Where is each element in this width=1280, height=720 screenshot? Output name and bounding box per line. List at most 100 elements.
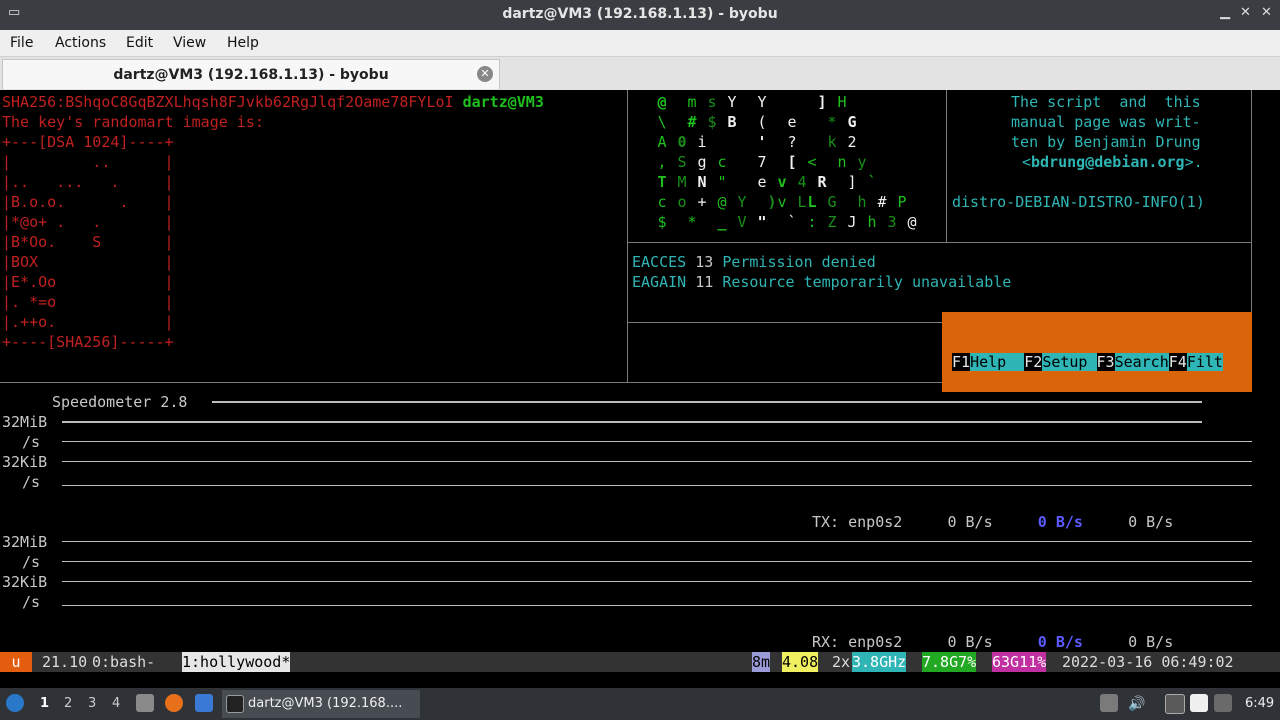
matrix-glyph: *: [827, 113, 837, 131]
cpu-count: 2x: [832, 653, 851, 671]
clipboard-icon[interactable]: [1190, 694, 1208, 712]
matrix-glyph: Y: [727, 93, 737, 111]
matrix-glyph: ]: [817, 93, 827, 111]
matrix-glyph: \: [657, 113, 667, 131]
matrix-glyph: H: [837, 93, 847, 111]
tx-readout: TX: enp0s2 0 B/s 0 B/s 0 B/s: [812, 513, 1174, 531]
speedometer-title: Speedometer 2.8: [52, 393, 188, 411]
close-icon[interactable]: ✕: [1261, 5, 1272, 20]
manpage-line-2: manual page was writ-: [1002, 113, 1201, 131]
menu-edit[interactable]: Edit: [126, 35, 153, 51]
window-0[interactable]: 0:bash-: [92, 652, 155, 672]
ssh-user-host: dartz@VM3: [462, 93, 544, 111]
taskbar-app-terminal[interactable]: dartz@VM3 (192.168....: [222, 690, 420, 718]
workspace-1[interactable]: 1: [40, 696, 49, 711]
matrix-glyph: M: [677, 173, 687, 191]
matrix-glyph: v: [777, 193, 787, 211]
maximize-icon[interactable]: ✕: [1240, 5, 1251, 20]
matrix-glyph: Z: [827, 213, 837, 231]
matrix-glyph: _: [717, 213, 727, 231]
matrix-glyph: +: [697, 193, 707, 211]
network-icon[interactable]: [1165, 694, 1185, 714]
graph-gridline: [62, 461, 1252, 462]
window-1-active[interactable]: 1:hollywood*: [182, 652, 291, 672]
tab-bar: dartz@VM3 (192.168.1.13) - byobu ✕: [0, 57, 1280, 90]
matrix-glyph: o: [677, 193, 687, 211]
htop-f3-search[interactable]: Search: [1114, 353, 1169, 371]
file-manager-icon[interactable]: [195, 694, 213, 712]
matrix-glyph: y: [857, 153, 867, 171]
matrix-glyph: B: [727, 113, 737, 131]
menu-actions[interactable]: Actions: [55, 35, 106, 51]
scale-label: 32KiB: [2, 453, 48, 471]
firefox-icon[interactable]: [165, 694, 183, 712]
matrix-glyph: *: [687, 213, 697, 231]
graph-gridline: [62, 485, 1252, 486]
randomart-line: +---[DSA 1024]----+: [2, 133, 174, 151]
matrix-glyph: ]: [847, 173, 857, 191]
htop-f1-help[interactable]: Help: [970, 353, 1025, 371]
matrix-glyph: @: [907, 213, 917, 231]
workspace-2[interactable]: 2: [64, 696, 72, 711]
show-desktop-icon[interactable]: [136, 694, 154, 712]
matrix-glyph: @: [717, 193, 727, 211]
matrix-glyph: ': [757, 133, 767, 151]
matrix-glyph: h: [857, 193, 867, 211]
htop-f2-setup[interactable]: Setup: [1042, 353, 1097, 371]
manpage-line-4: <bdrung@debian.org>.: [1022, 153, 1203, 171]
start-menu-icon[interactable]: [6, 694, 24, 712]
minimize-icon[interactable]: ▁: [1220, 5, 1230, 20]
graph-gridline: [62, 541, 1252, 542]
menubar: File Actions Edit View Help: [0, 30, 1280, 57]
scale-label: /s: [22, 433, 41, 451]
matrix-glyph: P: [897, 193, 907, 211]
matrix-glyph: #: [687, 113, 697, 131]
matrix-glyph: $: [707, 113, 717, 131]
scale-label: /s: [22, 473, 41, 491]
matrix-glyph: n: [837, 153, 847, 171]
menu-help[interactable]: Help: [227, 35, 259, 51]
clock: 6:49: [1245, 696, 1275, 711]
tab-terminal[interactable]: dartz@VM3 (192.168.1.13) - byobu ✕: [2, 59, 500, 89]
window-titlebar: ▭ dartz@VM3 (192.168.1.13) - byobu ▁ ✕ ✕: [0, 0, 1280, 30]
randomart-line: +----[SHA256]-----+: [2, 333, 174, 351]
randomart-line: |.++o. |: [2, 313, 174, 331]
tab-close-icon[interactable]: ✕: [477, 66, 493, 82]
menu-view[interactable]: View: [173, 35, 206, 51]
manpage-line-1: The script and this: [1002, 93, 1201, 111]
matrix-glyph: ": [757, 213, 767, 231]
randomart-line: |. *=o |: [2, 293, 174, 311]
graph-gridline: [62, 561, 1252, 562]
terminal[interactable]: SHA256:BShqoC8GqBZXLhqsh8FJvkb62RgJlqf2O…: [0, 90, 1280, 688]
tray-menu-icon[interactable]: [1214, 694, 1232, 712]
matrix-glyph: `: [867, 173, 877, 191]
ssh-fingerprint: SHA256:BShqoC8GqBZXLhqsh8FJvkb62RgJlqf2O…: [2, 93, 454, 111]
randomart-line: |B.o.o. . |: [2, 193, 174, 211]
randomart-line: |*@o+ . . |: [2, 213, 174, 231]
matrix-glyph: Y: [757, 93, 767, 111]
randomart-header: The key's randomart image is:: [2, 113, 264, 131]
workspace-3[interactable]: 3: [88, 696, 96, 711]
randomart-line: |B*Oo. S |: [2, 233, 174, 251]
matrix-glyph: g: [697, 153, 707, 171]
scale-label: 32MiB: [2, 533, 48, 551]
matrix-glyph: 2: [847, 133, 857, 151]
volume-icon[interactable]: 🔊: [1128, 696, 1145, 712]
matrix-glyph: 7: [757, 153, 767, 171]
matrix-glyph: e: [757, 173, 767, 191]
matrix-glyph: `: [787, 213, 797, 231]
eject-icon[interactable]: [1100, 694, 1118, 712]
manpage-footer: distro-DEBIAN-DISTRO-INFO(1): [952, 193, 1205, 211]
cpu-frequency: 3.8GHz: [852, 652, 907, 672]
errno-row: EAGAIN 11 Resource temporarily unavailab…: [632, 273, 1012, 291]
htop-f4-filter[interactable]: Filt: [1186, 353, 1223, 371]
matrix-glyph: <: [807, 153, 817, 171]
matrix-glyph: @: [657, 93, 667, 111]
menu-file[interactable]: File: [10, 35, 33, 51]
matrix-glyph: [: [787, 153, 797, 171]
workspace-4[interactable]: 4: [112, 696, 120, 711]
datetime: 2022-03-16 06:49:02: [1062, 653, 1234, 671]
randomart-line: |.. ... . |: [2, 173, 174, 191]
terminal-icon: [226, 695, 244, 713]
release-version: 21.10: [42, 653, 88, 671]
